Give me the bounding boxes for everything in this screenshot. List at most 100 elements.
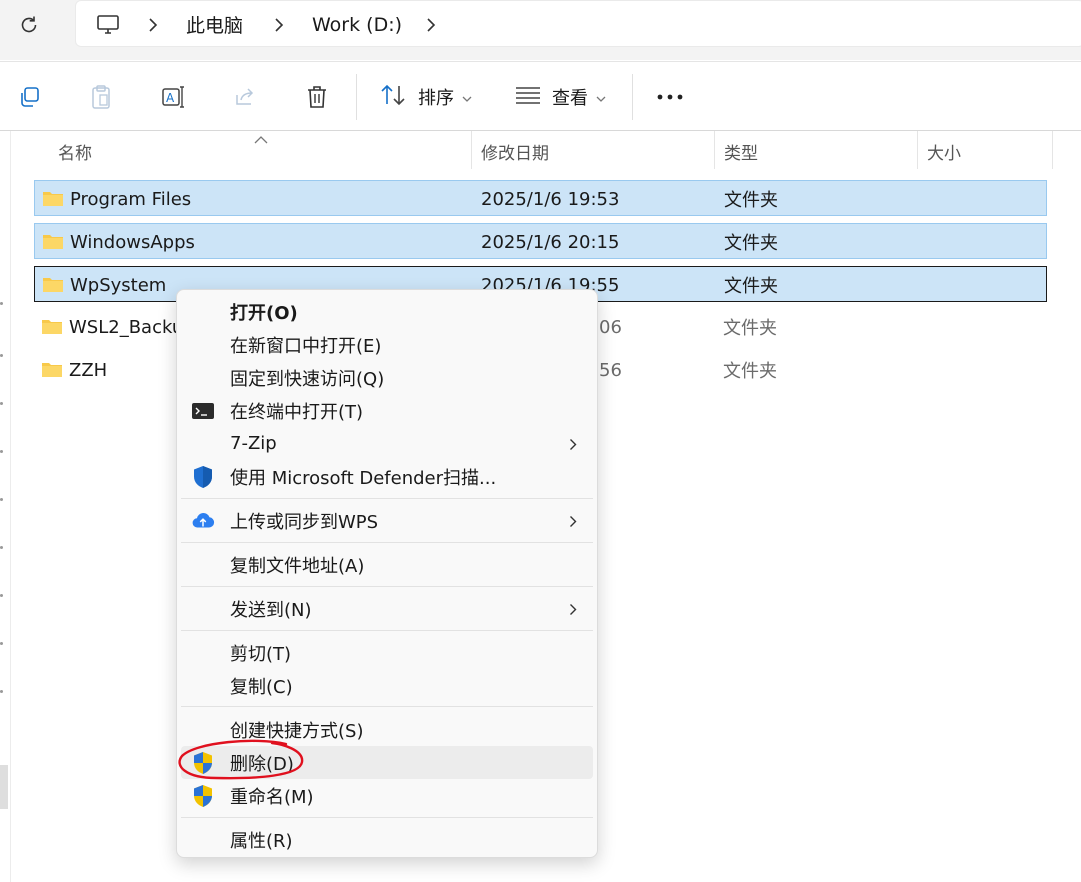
column-header-date[interactable]: 修改日期 xyxy=(481,131,549,171)
menu-item-open-new-window[interactable]: 在新窗口中打开(E) xyxy=(181,328,593,361)
chevron-down-icon xyxy=(462,88,472,107)
column-header-type[interactable]: 类型 xyxy=(724,131,758,171)
file-row[interactable]: Program Files 2025/1/6 19:53 文件夹 xyxy=(34,180,1047,216)
file-name: WpSystem xyxy=(70,274,167,296)
menu-item-pin-quick-access[interactable]: 固定到快速访问(Q) xyxy=(181,361,593,394)
menu-separator xyxy=(181,817,593,818)
view-button[interactable]: 查看 xyxy=(514,62,606,132)
svg-text:A: A xyxy=(166,91,175,105)
chevron-down-icon xyxy=(596,88,606,107)
more-options-icon[interactable] xyxy=(654,62,686,132)
file-row[interactable]: WindowsApps 2025/1/6 20:15 文件夹 xyxy=(34,223,1047,259)
menu-item-defender-scan[interactable]: 使用 Microsoft Defender扫描... xyxy=(181,460,593,493)
menu-item-label: 固定到快速访问(Q) xyxy=(230,368,385,390)
breadcrumb-this-pc[interactable]: 此电脑 xyxy=(186,1,243,48)
menu-item-send-to[interactable]: 发送到(N) xyxy=(181,592,593,625)
menu-item-wps-sync[interactable]: 上传或同步到WPS xyxy=(181,504,593,537)
menu-item-label: 复制文件地址(A) xyxy=(230,555,365,577)
menu-item-label: 属性(R) xyxy=(230,830,293,852)
defender-shield-icon xyxy=(191,465,215,489)
menu-item-copy[interactable]: 复制(C) xyxy=(181,669,593,702)
command-bar: A 排序 查看 xyxy=(0,61,1081,131)
folder-icon xyxy=(42,320,62,334)
toolbar-divider xyxy=(632,74,633,120)
navigation-pane-edge xyxy=(10,131,11,882)
file-date: 2025/1/6 19:53 xyxy=(481,188,620,210)
terminal-icon xyxy=(191,399,215,423)
paste-icon[interactable] xyxy=(86,62,116,132)
sort-icon xyxy=(380,83,408,111)
folder-icon xyxy=(43,278,63,292)
nav-expander-icon[interactable] xyxy=(0,354,3,357)
menu-item-properties[interactable]: 属性(R) xyxy=(181,823,593,856)
nav-expander-icon[interactable] xyxy=(0,302,3,305)
view-list-icon xyxy=(514,85,542,109)
menu-item-label: 重命名(M) xyxy=(230,786,314,808)
sort-button[interactable]: 排序 xyxy=(380,62,472,132)
nav-expander-icon[interactable] xyxy=(0,690,3,693)
menu-item-label: 剪切(T) xyxy=(230,643,292,665)
nav-expander-icon[interactable] xyxy=(0,498,3,501)
menu-separator xyxy=(181,586,593,587)
menu-item-7zip[interactable]: 7-Zip xyxy=(181,427,593,460)
chevron-right-icon xyxy=(569,436,577,455)
file-name: Program Files xyxy=(70,188,192,210)
folder-icon xyxy=(42,363,62,377)
column-header-name[interactable]: 名称 xyxy=(58,131,92,171)
column-divider[interactable] xyxy=(714,131,715,169)
refresh-icon[interactable] xyxy=(14,10,44,40)
address-box[interactable]: 此电脑 Work (D:) xyxy=(75,0,1081,47)
copy-icon[interactable] xyxy=(14,62,44,132)
sort-ascending-icon xyxy=(254,129,268,148)
chevron-right-icon xyxy=(569,513,577,532)
column-divider[interactable] xyxy=(1052,131,1053,169)
cloud-upload-icon xyxy=(191,509,215,533)
chevron-right-icon[interactable] xyxy=(148,1,158,48)
menu-item-cut[interactable]: 剪切(T) xyxy=(181,636,593,669)
menu-item-open[interactable]: 打开(O) xyxy=(181,295,593,328)
chevron-right-icon[interactable] xyxy=(426,1,436,48)
scrollbar-thumb[interactable] xyxy=(0,765,8,809)
menu-item-label: 发送到(N) xyxy=(230,599,312,621)
file-type: 文件夹 xyxy=(724,190,778,211)
column-divider[interactable] xyxy=(471,131,472,169)
menu-item-copy-path[interactable]: 复制文件地址(A) xyxy=(181,548,593,581)
nav-expander-icon[interactable] xyxy=(0,450,3,453)
nav-expander-icon[interactable] xyxy=(0,594,3,597)
share-icon[interactable] xyxy=(230,62,260,132)
breadcrumb-work-drive[interactable]: Work (D:) xyxy=(312,1,402,48)
menu-item-label: 复制(C) xyxy=(230,676,293,698)
toolbar-divider xyxy=(356,74,357,120)
chevron-right-icon[interactable] xyxy=(274,1,284,48)
menu-item-label: 上传或同步到WPS xyxy=(230,511,379,533)
folder-icon xyxy=(43,192,63,206)
this-pc-icon[interactable] xyxy=(96,1,120,48)
menu-separator xyxy=(181,498,593,499)
file-type: 文件夹 xyxy=(723,318,777,339)
menu-item-label: 打开(O) xyxy=(230,302,298,324)
file-type: 文件夹 xyxy=(724,233,778,254)
sort-label: 排序 xyxy=(418,88,454,109)
nav-expander-icon[interactable] xyxy=(0,402,3,405)
file-type: 文件夹 xyxy=(723,361,777,382)
file-date: 06 xyxy=(599,316,622,338)
menu-item-label: 使用 Microsoft Defender扫描... xyxy=(230,467,497,489)
nav-expander-icon[interactable] xyxy=(0,546,3,549)
file-type: 文件夹 xyxy=(724,276,778,297)
uac-shield-icon xyxy=(191,784,215,808)
address-bar-row: 此电脑 Work (D:) xyxy=(0,0,1081,60)
file-name: WSL2_Backu xyxy=(69,316,184,338)
file-name: ZZH xyxy=(69,359,108,381)
file-date: 2025/1/6 20:15 xyxy=(481,231,620,253)
menu-item-rename[interactable]: 重命名(M) xyxy=(181,779,593,812)
column-divider[interactable] xyxy=(917,131,918,169)
file-name: WindowsApps xyxy=(70,231,195,253)
nav-expander-icon[interactable] xyxy=(0,642,3,645)
menu-item-label: 在终端中打开(T) xyxy=(230,401,364,423)
menu-separator xyxy=(181,706,593,707)
column-header-size[interactable]: 大小 xyxy=(927,131,961,171)
menu-item-open-terminal[interactable]: 在终端中打开(T) xyxy=(181,394,593,427)
trash-icon[interactable] xyxy=(302,62,332,132)
rename-icon[interactable]: A xyxy=(158,62,188,132)
chevron-right-icon xyxy=(569,601,577,620)
